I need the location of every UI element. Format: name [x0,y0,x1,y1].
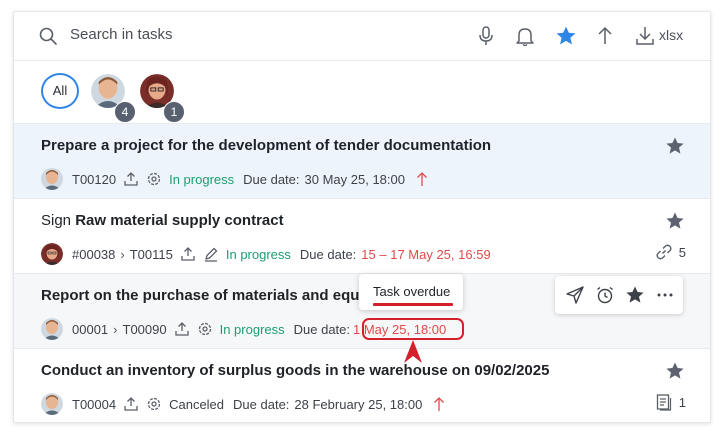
send-icon[interactable] [565,285,585,305]
filter-all-button[interactable]: All [41,73,79,109]
upload-icon[interactable] [123,171,139,187]
task-meta: T00120 In progress Due date: 30 May 25, … [41,168,437,190]
tooltip-underline [373,303,453,306]
task-row[interactable]: Prepare a project for the development of… [14,123,710,198]
task-list-panel: Search in tasks xlsx All 4 1 Prepare a p… [13,11,711,423]
star-icon[interactable] [625,285,645,305]
upload-icon[interactable] [123,396,139,412]
avatar [41,243,63,265]
task-title[interactable]: Report on the purchase of materials and … [41,287,373,304]
microphone-icon[interactable] [475,25,497,47]
search-input[interactable]: Search in tasks [70,26,173,43]
assignee-filters: All 4 1 [14,61,710,123]
upload-icon[interactable] [180,246,196,262]
link-icon [656,244,672,260]
avatar [41,393,63,415]
task-title-prefix: Sign [41,212,76,229]
chevron-right-icon: › [120,246,125,262]
documents-count[interactable]: 1 [655,393,686,411]
due-date-label: Due date: [243,171,300,187]
task-code[interactable]: T00120 [72,172,116,187]
document-icon [656,394,671,411]
task-title-bold: Raw material supply contract [75,212,284,229]
task-title[interactable]: Prepare a project for the development of… [41,137,491,154]
task-title[interactable]: Sign Raw material supply contract [41,212,284,229]
star-icon[interactable] [665,211,685,231]
due-date-label: Due date: [293,321,351,337]
task-meta: #00038 › T00115 In progress Due date: 15… [41,243,491,265]
task-code[interactable]: T00115 [130,247,173,262]
status-label: Canceled [169,396,225,412]
due-date-label: Due date: [233,396,290,412]
priority-high-icon [434,397,445,411]
task-code[interactable]: T00090 [123,322,167,337]
chevron-right-icon: › [113,321,118,337]
count-badge: 1 [163,101,185,123]
due-date-label: Due date: [299,246,357,262]
due-date-value: 30 May 25, 18:00 [304,171,405,187]
status-gear-icon [147,397,161,411]
search-icon[interactable] [38,26,58,46]
avatar [41,168,63,190]
status-label: In progress [225,246,291,262]
toolbar: Search in tasks xlsx [14,12,710,61]
tooltip-text: Task overdue [373,284,451,299]
task-code[interactable]: T00004 [72,397,116,412]
star-icon[interactable] [665,361,685,381]
task-meta: T00004 Canceled Due date: 28 February 25… [41,393,454,415]
parent-code[interactable]: 00001 [72,322,108,337]
links-count[interactable]: 5 [655,243,686,261]
star-filter-icon[interactable] [555,25,577,47]
download-icon[interactable] [634,25,656,47]
status-label: In progress [219,321,285,337]
arrow-up-icon [404,340,422,363]
more-options-icon[interactable] [655,285,675,305]
pen-sign-icon [204,247,218,262]
overdue-date-highlight [362,318,464,340]
link-count: 5 [678,244,686,260]
status-gear-icon [198,322,211,336]
bell-icon[interactable] [514,25,536,47]
task-title[interactable]: Conduct an inventory of surplus goods in… [41,362,549,379]
alarm-clock-icon[interactable] [595,285,615,305]
document-count: 1 [678,394,686,410]
avatar [41,318,63,340]
task-row[interactable]: Conduct an inventory of surplus goods in… [14,348,710,422]
status-label: In progress [169,171,235,187]
parent-code[interactable]: #00038 [72,247,115,262]
export-xlsx-button[interactable]: xlsx [659,27,683,43]
due-date-value: 28 February 25, 18:00 [294,396,423,412]
priority-high-icon [417,172,427,186]
status-gear-icon [147,172,161,186]
overdue-tooltip: Task overdue [359,274,463,310]
sort-up-icon[interactable] [594,25,616,47]
due-date-value: 15 – 17 May 25, 16:59 [361,246,491,262]
task-row[interactable]: Sign Raw material supply contract #00038… [14,198,710,273]
count-badge: 4 [114,101,136,123]
upload-icon[interactable] [174,321,190,337]
row-actions-bar [555,276,683,314]
star-icon[interactable] [665,136,685,156]
